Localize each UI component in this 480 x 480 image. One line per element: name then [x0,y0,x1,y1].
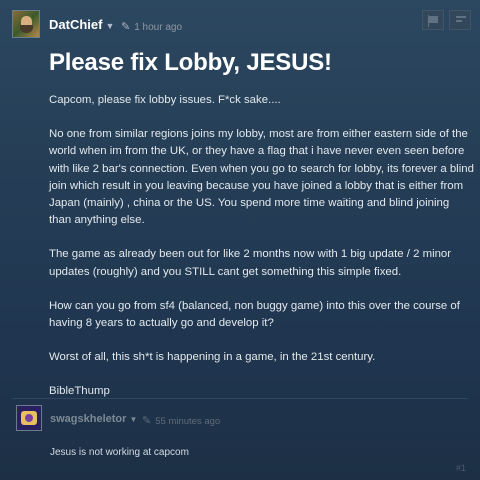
reply-pencil-icon: ✎ [142,415,152,427]
reply-comment: swagskheletor ▼ ✎ 55 minutes ago Jesus is… [12,398,468,479]
post-timestamp: ✎ 1 hour ago [121,20,182,33]
author-name[interactable]: DatChief ▼ [49,17,114,32]
report-flag-button[interactable] [422,10,444,30]
post-menu-button[interactable] [449,10,471,30]
reply-number[interactable]: #1 [456,463,466,473]
post-title: Please fix Lobby, JESUS! [49,49,332,76]
reply-author-name[interactable]: swagskheletor ▼ [50,413,137,425]
author-avatar[interactable] [12,10,40,38]
reply-timestamp: ✎ 55 minutes ago [142,414,220,427]
post-paragraph: The game as already been out for like 2 … [49,248,452,278]
reply-author-label[interactable]: swagskheletor [50,413,126,425]
post-header: DatChief ▼ ✎ 1 hour ago [12,10,471,42]
post-paragraph: How can you go from sf4 (balanced, non b… [49,299,460,330]
reply-time-label: 55 minutes ago [155,416,221,427]
flag-icon [429,16,438,23]
avatar-beard [20,25,33,33]
discussion-post: DatChief ▼ ✎ 1 hour ago Please fix Lobby, … [0,0,480,480]
post-body: Capcom, please fix lobby issues. F*ck sa… [49,92,474,418]
reply-avatar[interactable] [16,405,42,431]
menu-icon [456,16,466,18]
post-paragraph: No one from similar regions joins my lob… [49,128,474,227]
post-time-label: 1 hour ago [134,22,183,33]
reply-dropdown-caret-icon[interactable]: ▼ [129,415,137,424]
author-dropdown-caret-icon[interactable]: ▼ [105,21,114,31]
reply-text: Jesus is not working at capcom [50,447,189,458]
pencil-icon: ✎ [121,21,131,33]
post-paragraph: Worst of all, this sh*t is happening in … [49,351,376,364]
author-name-label[interactable]: DatChief [49,17,102,32]
post-paragraph: Capcom, please fix lobby issues. F*ck sa… [49,94,281,106]
menu-icon-line-2 [456,20,462,22]
reply-avatar-detail [25,414,33,422]
